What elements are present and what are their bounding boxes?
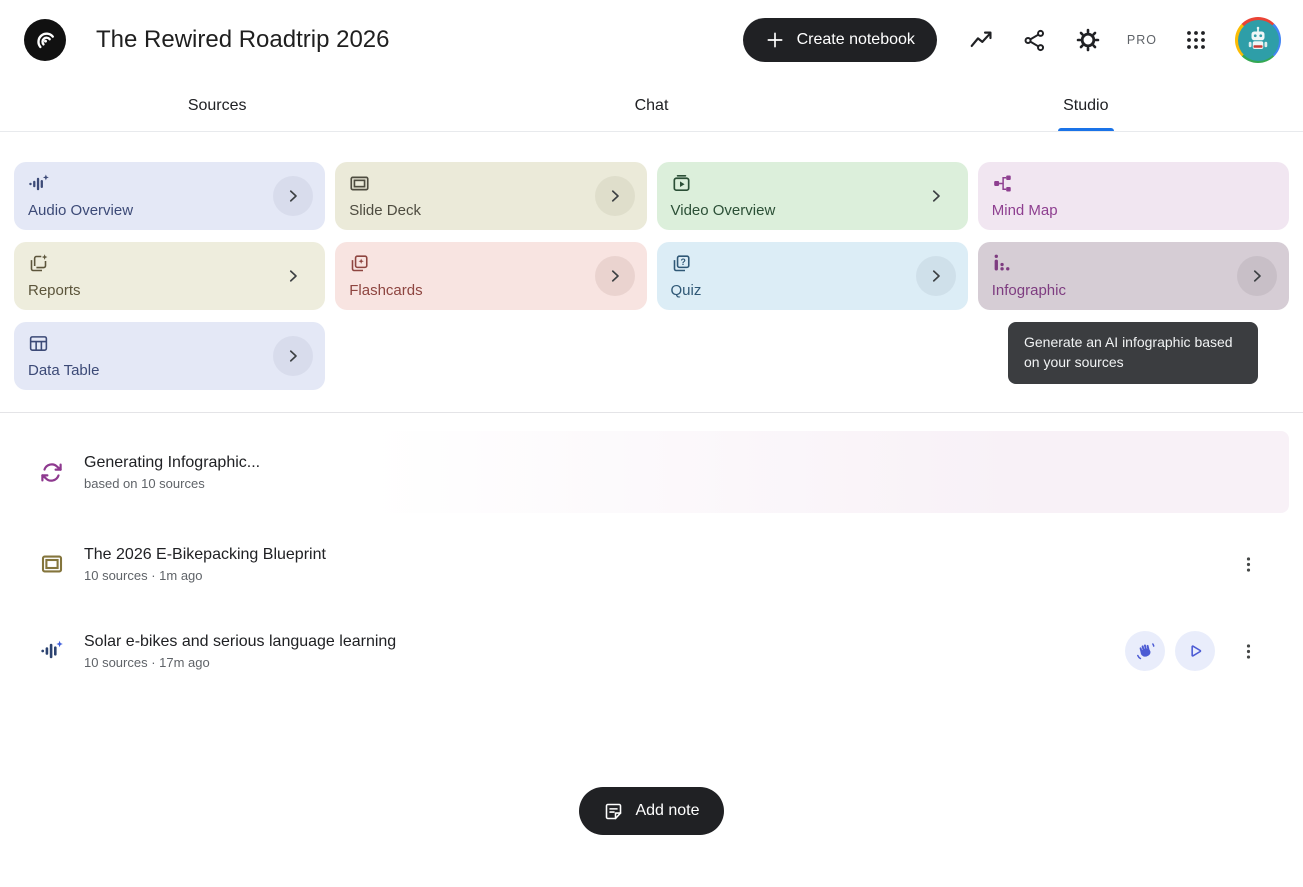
artifact-subtitle: based on 10 sources (84, 476, 260, 491)
tool-label: Quiz (671, 282, 954, 299)
chevron-right-icon[interactable] (1237, 256, 1277, 296)
tab-studio-label: Studio (1063, 97, 1108, 115)
panel-tabs: Sources Chat Studio (0, 80, 1303, 132)
tool-label: Video Overview (671, 202, 954, 219)
tab-chat[interactable]: Chat (434, 80, 868, 131)
tool-label: Reports (28, 282, 311, 299)
studio-tool-infographic[interactable]: Infographic (978, 242, 1289, 310)
chevron-right-icon[interactable] (595, 256, 635, 296)
avatar-robot-image (1238, 20, 1279, 61)
apps-grid-icon[interactable] (1182, 26, 1210, 54)
studio-tool-flashcards[interactable]: Flashcards (335, 242, 646, 310)
tool-label: Infographic (992, 282, 1275, 299)
tool-label: Mind Map (992, 202, 1275, 219)
avatar[interactable] (1235, 17, 1281, 63)
plus-icon (765, 30, 785, 50)
artifact-text: The 2026 E-Bikepacking Blueprint 10 sour… (84, 546, 326, 583)
chevron-right-icon[interactable] (273, 336, 313, 376)
video-overview-icon (671, 173, 954, 193)
kebab-menu-icon[interactable] (1235, 544, 1261, 584)
artifact-text: Solar e-bikes and serious language learn… (84, 633, 396, 670)
tab-studio[interactable]: Studio (869, 80, 1303, 131)
artifact-row-generating-infographic[interactable]: Generating Infographic... based on 10 so… (14, 431, 1289, 513)
chevron-right-icon[interactable] (273, 176, 313, 216)
chevron-right-icon[interactable] (916, 176, 956, 216)
sync-progress-icon (40, 461, 66, 484)
play-icon[interactable] (1175, 631, 1215, 671)
artifact-title: Generating Infographic... (84, 454, 260, 472)
tool-label: Data Table (28, 362, 311, 379)
svg-text:?: ? (680, 257, 685, 267)
audio-waveform-sparkle-icon (28, 173, 311, 193)
studio-tool-data-table[interactable]: Data Table (14, 322, 325, 390)
studio-tool-video-overview[interactable]: Video Overview (657, 162, 968, 230)
create-notebook-button[interactable]: Create notebook (743, 18, 937, 62)
studio-tool-mind-map[interactable]: Mind Map (978, 162, 1289, 230)
settings-gear-icon[interactable] (1074, 26, 1102, 54)
tab-sources[interactable]: Sources (0, 80, 434, 131)
studio-tool-slide-deck[interactable]: Slide Deck (335, 162, 646, 230)
studio-tool-quiz[interactable]: ? Quiz (657, 242, 968, 310)
audio-waveform-sparkle-icon (40, 639, 66, 663)
add-note-container: Add note (0, 787, 1303, 835)
tab-sources-label: Sources (188, 97, 247, 115)
note-icon (603, 801, 624, 822)
tool-label: Flashcards (349, 282, 632, 299)
tool-label: Audio Overview (28, 202, 311, 219)
infographic-tooltip: Generate an AI infographic based on your… (1008, 322, 1258, 384)
chevron-right-icon[interactable] (595, 176, 635, 216)
data-table-icon (28, 333, 311, 353)
interactive-mode-hand-icon[interactable] (1125, 631, 1165, 671)
artifact-row-slide-deck[interactable]: The 2026 E-Bikepacking Blueprint 10 sour… (14, 528, 1289, 600)
add-note-button[interactable]: Add note (579, 787, 723, 835)
active-tab-underline (1058, 128, 1114, 131)
notebook-title[interactable]: The Rewired Roadtrip 2026 (96, 26, 390, 54)
header-actions: Create notebook (743, 17, 1281, 63)
analytics-trending-up-icon[interactable] (968, 26, 996, 54)
mind-map-icon (992, 173, 1275, 193)
notebooklm-logo-icon[interactable] (24, 19, 66, 61)
studio-tool-reports[interactable]: Reports (14, 242, 325, 310)
share-icon[interactable] (1021, 26, 1049, 54)
create-notebook-label: Create notebook (797, 31, 915, 49)
infographic-bars-icon (992, 253, 1275, 273)
pro-badge: PRO (1127, 33, 1157, 47)
app-header: The Rewired Roadtrip 2026 Create noteboo… (0, 0, 1303, 80)
tab-chat-label: Chat (635, 97, 669, 115)
artifact-title: Solar e-bikes and serious language learn… (84, 633, 396, 651)
artifact-text: Generating Infographic... based on 10 so… (84, 454, 260, 491)
artifact-title: The 2026 E-Bikepacking Blueprint (84, 546, 326, 564)
kebab-menu-icon[interactable] (1235, 631, 1261, 671)
flashcards-star-icon (349, 253, 632, 273)
slide-deck-icon (40, 552, 66, 576)
tool-label: Slide Deck (349, 202, 632, 219)
studio-tool-audio-overview[interactable]: Audio Overview (14, 162, 325, 230)
slide-deck-icon (349, 173, 632, 193)
artifact-row-audio-overview[interactable]: Solar e-bikes and serious language learn… (14, 615, 1289, 687)
report-sparkle-icon (28, 253, 311, 273)
artifact-subtitle: 10 sources · 17m ago (84, 655, 396, 670)
artifact-subtitle: 10 sources · 1m ago (84, 568, 326, 583)
add-note-label: Add note (635, 802, 699, 820)
artifact-list: Generating Infographic... based on 10 so… (0, 413, 1303, 687)
chevron-right-icon[interactable] (916, 256, 956, 296)
quiz-question-icon: ? (671, 253, 954, 273)
chevron-right-icon[interactable] (273, 256, 313, 296)
